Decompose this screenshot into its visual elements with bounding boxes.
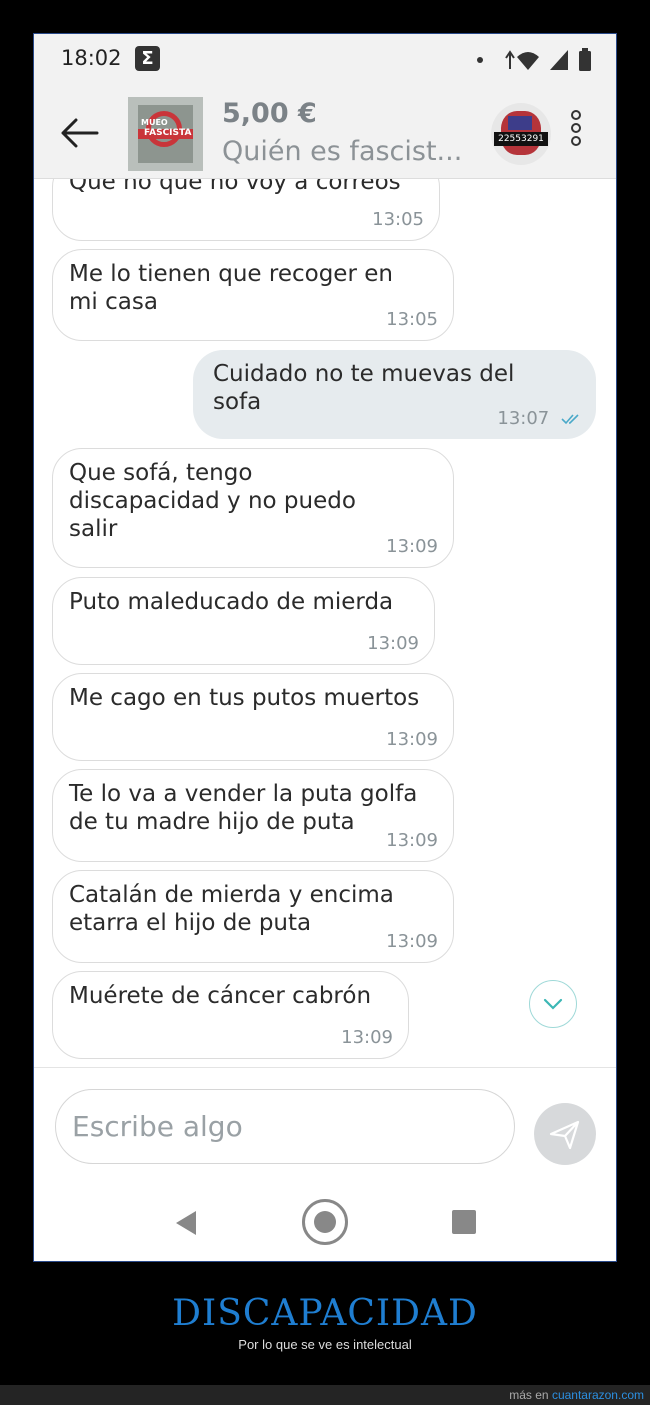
avatar-badge: 22553291 <box>494 132 548 146</box>
item-title[interactable]: Quién es fascist... <box>222 136 462 167</box>
message-text: Te lo va a vender la puta golfa de tu ma… <box>69 781 418 835</box>
kebab-menu-icon[interactable] <box>568 110 584 156</box>
status-icons <box>477 48 592 72</box>
message-bubble-incoming: Te lo va a vender la puta golfa de tu ma… <box>52 769 454 862</box>
scroll-down-button[interactable] <box>529 980 577 1028</box>
wifi-icon <box>505 50 539 70</box>
message-time-label: 13:07 <box>497 408 550 429</box>
caption-title: DISCAPACIDAD <box>172 1293 478 1334</box>
message-input[interactable]: Escribe algo <box>55 1089 515 1164</box>
chevron-down-icon <box>543 998 563 1010</box>
signal-icon <box>550 50 568 70</box>
message-time: 13:05 <box>386 309 438 330</box>
message-time: 13:09 <box>341 1027 393 1048</box>
footer-bar: más en cuantarazon.com <box>0 1385 650 1405</box>
android-nav-bar <box>34 1187 616 1261</box>
send-icon <box>549 1120 580 1150</box>
message-text: Que no que no voy a correos <box>69 179 401 195</box>
message-bubble-incoming: Me lo tienen que recoger en mi casa 13:0… <box>52 249 454 341</box>
chat-header: MUEO FASCISTA 5,00 € Quién es fascist...… <box>34 86 616 179</box>
message-bubble-outgoing: Cuidado no te muevas del sofa 13:07 <box>193 350 596 439</box>
thumb-word: FASCISTA <box>144 128 192 138</box>
double-check-icon <box>561 414 579 425</box>
avatar-shape <box>508 116 532 130</box>
nav-recents-icon[interactable] <box>452 1210 476 1234</box>
message-time: 13:09 <box>386 830 438 851</box>
message-bubble-incoming: Puto maleducado de mierda 13:09 <box>52 577 435 665</box>
sigma-icon: Σ <box>135 46 160 71</box>
status-time: 18:02 <box>61 46 122 70</box>
thumb-word: MUEO <box>141 118 168 127</box>
item-thumbnail[interactable]: MUEO FASCISTA <box>128 97 203 171</box>
message-time: 13:07 <box>497 408 581 429</box>
status-bar: 18:02 Σ <box>34 34 616 86</box>
message-text: Me lo tienen que recoger en mi casa <box>69 261 393 315</box>
nav-back-icon[interactable] <box>174 1210 198 1236</box>
message-text: Me cago en tus putos muertos <box>69 685 420 711</box>
message-bubble-incoming: Que no que no voy a correos 13:05 <box>52 179 440 241</box>
dot-icon <box>477 57 483 63</box>
message-bubble-incoming: Que sofá, tengo discapacidad y no puedo … <box>52 448 454 568</box>
message-text: Que sofá, tengo discapacidad y no puedo … <box>69 460 356 542</box>
message-time: 13:09 <box>386 536 438 557</box>
message-time: 13:09 <box>386 931 438 952</box>
message-bubble-incoming: Catalán de mierda y encima etarra el hij… <box>52 870 454 963</box>
footer-text: más en cuantarazon.com <box>509 1388 644 1402</box>
item-price: 5,00 € <box>222 98 317 129</box>
message-time: 13:05 <box>372 209 424 230</box>
footer-link[interactable]: cuantarazon.com <box>552 1388 644 1402</box>
avatar[interactable]: 22553291 <box>491 103 551 165</box>
message-bubble-incoming: Muérete de cáncer cabrón 13:09 <box>52 971 409 1059</box>
composer-bar: Escribe algo <box>34 1067 616 1188</box>
footer-prefix: más en <box>509 1388 549 1402</box>
message-bubble-incoming: Me cago en tus putos muertos 13:09 <box>52 673 454 761</box>
message-text: Catalán de mierda y encima etarra el hij… <box>69 882 394 936</box>
send-button[interactable] <box>534 1103 596 1165</box>
phone-screen: 18:02 Σ MUEO FASCISTA 5,00 € Quién es fa… <box>33 33 617 1262</box>
message-time: 13:09 <box>386 729 438 750</box>
nav-home-icon[interactable] <box>302 1199 348 1245</box>
message-list[interactable]: Que no que no voy a correos 13:05 Me lo … <box>34 179 616 1071</box>
message-text: Puto maleducado de mierda <box>69 589 394 615</box>
caption-subtitle: Por lo que se ve es intelectual <box>238 1337 412 1352</box>
back-arrow-icon[interactable] <box>58 111 102 155</box>
message-text: Muérete de cáncer cabrón <box>69 983 372 1009</box>
battery-icon <box>579 48 591 71</box>
message-time: 13:09 <box>367 633 419 654</box>
